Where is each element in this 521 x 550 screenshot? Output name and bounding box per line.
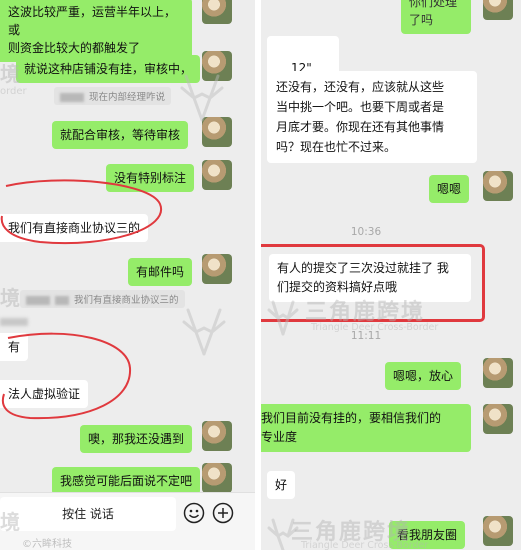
red-circle-annotation bbox=[0, 179, 163, 245]
chat-message-r7[interactable]: 看我朋友圈 bbox=[389, 521, 466, 549]
user-avatar[interactable] bbox=[202, 117, 232, 147]
plus-icon[interactable] bbox=[212, 502, 234, 524]
chat-message-m9[interactable]: 噢，那我还没遇到 bbox=[80, 425, 193, 453]
user-avatar[interactable] bbox=[483, 516, 513, 546]
emoji-icon[interactable] bbox=[183, 502, 205, 524]
chat-message-m10[interactable]: 我感觉可能后面说不定吧 bbox=[52, 467, 201, 495]
deer-logo-watermark bbox=[267, 518, 299, 550]
user-avatar[interactable] bbox=[202, 0, 232, 24]
chat-message-m3[interactable]: 就配合审核，等待审核 bbox=[52, 121, 189, 149]
chat-message-r5[interactable]: 我们目前没有挂的，要相信我们的 专业度 bbox=[261, 404, 471, 452]
chat-message-r6[interactable]: 好 bbox=[267, 471, 296, 499]
blurred-sender-name bbox=[0, 318, 28, 326]
watermark-text: 境 bbox=[0, 286, 20, 310]
chat-message-m1[interactable]: 这波比较严重，运营半年以上，或 则资金比较大的都触发了 bbox=[0, 0, 192, 62]
quoted-reply[interactable]: 我们有直接商业协议三的 bbox=[20, 290, 185, 308]
blurred-name bbox=[26, 296, 50, 305]
timestamp: 10:36 bbox=[350, 226, 382, 238]
user-avatar[interactable] bbox=[483, 404, 513, 434]
user-avatar[interactable] bbox=[202, 160, 232, 190]
left-chat-panel: 这波比较严重，运营半年以上，或 则资金比较大的都触发了 就说这种店铺没有挂，审核… bbox=[0, 0, 255, 550]
watermark-text: order bbox=[0, 86, 27, 97]
user-avatar[interactable] bbox=[483, 358, 513, 388]
user-avatar[interactable] bbox=[483, 0, 513, 20]
hold-to-talk-button[interactable]: 按住 说话 bbox=[0, 497, 176, 531]
red-box-annotation bbox=[261, 244, 485, 322]
red-circle-annotation bbox=[1, 332, 132, 420]
timestamp: 11:11 bbox=[350, 330, 382, 342]
right-chat-panel: 你们处理了吗 12" 还没有，还没有，应该就从这些 当中挑一个吧。也要下周或者是… bbox=[261, 0, 521, 550]
user-avatar[interactable] bbox=[202, 254, 232, 284]
blurred-name bbox=[55, 296, 69, 305]
quoted-text: 现在内部经理咋说 bbox=[89, 92, 166, 103]
chat-message-partial[interactable]: 你们处理了吗 bbox=[401, 0, 471, 34]
chat-message-r4[interactable]: 嗯嗯，放心 bbox=[385, 362, 462, 390]
chat-message-m2[interactable]: 就说这种店铺没有挂，审核中， bbox=[16, 55, 201, 83]
input-bar: 按住 说话 bbox=[0, 492, 255, 550]
user-avatar[interactable] bbox=[202, 463, 232, 493]
chat-message-r1[interactable]: 还没有，还没有，应该就从这些 当中挑一个吧。也要下周或者是 月底才要。你现在还有… bbox=[267, 71, 477, 163]
user-avatar[interactable] bbox=[202, 51, 232, 81]
chat-message-m6[interactable]: 有邮件吗 bbox=[128, 258, 193, 286]
user-avatar[interactable] bbox=[483, 171, 513, 201]
quoted-reply[interactable]: 现在内部经理咋说 bbox=[54, 87, 172, 105]
quoted-text: 我们有直接商业协议三的 bbox=[74, 295, 179, 306]
user-avatar[interactable] bbox=[202, 421, 232, 451]
blurred-name bbox=[60, 93, 84, 102]
chat-message-r2[interactable]: 嗯嗯 bbox=[429, 175, 470, 203]
